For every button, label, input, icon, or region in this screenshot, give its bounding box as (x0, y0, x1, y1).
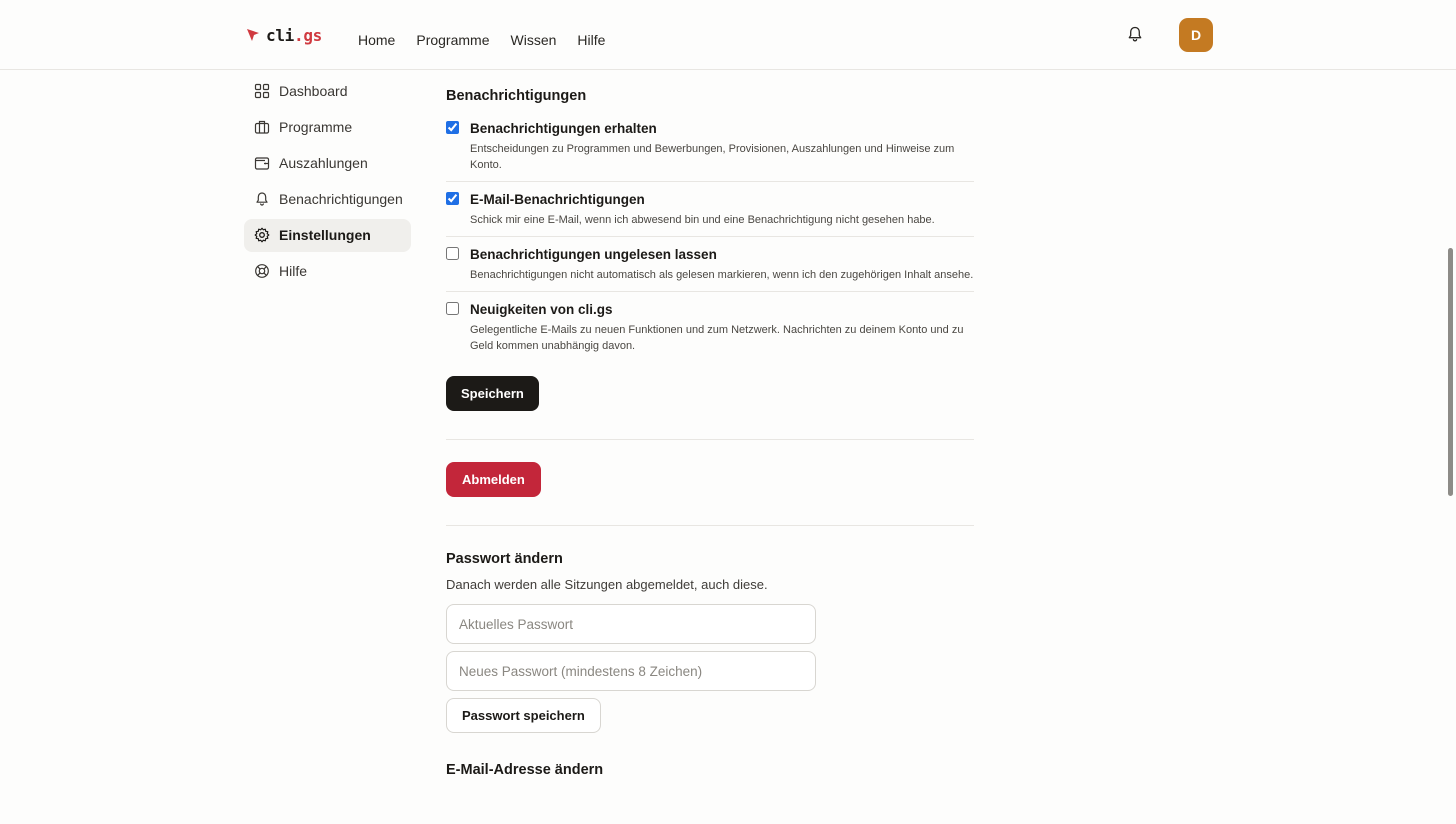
option-title: Benachrichtigungen erhalten (470, 121, 657, 136)
sidebar-item-benachrichtigungen[interactable]: Benachrichtigungen (244, 183, 411, 216)
notification-option-receive: Benachrichtigungen erhalten Entscheidung… (446, 120, 974, 182)
nav-wissen[interactable]: Wissen (511, 32, 557, 48)
sidebar-item-label: Auszahlungen (279, 154, 368, 171)
change-password-heading: Passwort ändern (446, 551, 563, 567)
email-notifications-checkbox[interactable] (446, 192, 459, 205)
notifications-heading: Benachrichtigungen (446, 88, 587, 104)
briefcase-icon (254, 120, 270, 134)
logout-button[interactable]: Abmelden (446, 462, 541, 497)
change-email-heading: E-Mail-Adresse ändern (446, 762, 604, 778)
wallet-icon (254, 157, 270, 170)
notification-option-news: Neuigkeiten von cli.gs Gelegentliche E-M… (446, 301, 974, 354)
lifebuoy-icon (255, 264, 269, 279)
current-password-input[interactable] (446, 604, 816, 644)
save-notifications-button[interactable]: Speichern (446, 376, 539, 411)
sidebar-item-programme[interactable]: Programme (244, 110, 411, 143)
option-description: Schick mir eine E-Mail, wenn ich abwesen… (470, 214, 935, 226)
cursor-arrow-icon (247, 29, 259, 41)
notification-option-email: E-Mail-Benachrichtigungen Schick mir ein… (446, 191, 974, 237)
sidebar-item-auszahlungen[interactable]: Auszahlungen (244, 146, 411, 179)
option-description: Gelegentliche E-Mails zu neuen Funktione… (470, 324, 964, 352)
sidebar-item-dashboard[interactable]: Dashboard (244, 74, 411, 107)
gear-icon (254, 227, 270, 243)
top-bar: cli.gs Home Programme Wissen Hilfe D (0, 0, 1456, 70)
sidebar-item-label: Programme (279, 118, 353, 135)
section-divider (446, 439, 974, 440)
nav-hilfe[interactable]: Hilfe (577, 32, 605, 48)
option-description: Entscheidungen zu Programmen und Bewerbu… (470, 143, 955, 171)
bell-icon[interactable] (1126, 25, 1144, 43)
nav-home[interactable]: Home (358, 32, 395, 48)
settings-main: Benachrichtigungen Benachrichtigungen er… (446, 88, 974, 778)
sidebar-item-label: Benachrichtigungen (279, 191, 403, 208)
sidebar-item-label: Hilfe (279, 263, 308, 280)
nav-programme[interactable]: Programme (416, 32, 489, 48)
section-divider (446, 525, 974, 526)
sidebar-item-label: Dashboard (279, 82, 348, 99)
sidebar-item-hilfe[interactable]: Hilfe (244, 255, 411, 288)
logo[interactable]: cli.gs (246, 24, 322, 46)
keep-unread-checkbox[interactable] (446, 247, 459, 260)
news-checkbox[interactable] (446, 302, 459, 315)
avatar[interactable]: D (1179, 18, 1213, 52)
sidebar-item-einstellungen[interactable]: Einstellungen (244, 218, 411, 252)
option-title: Benachrichtigungen ungelesen lassen (470, 247, 717, 262)
scrollbar[interactable] (1448, 248, 1453, 496)
save-password-button[interactable]: Passwort speichern (446, 698, 601, 733)
top-nav: Home Programme Wissen Hilfe (358, 32, 605, 48)
option-title: Neuigkeiten von cli.gs (470, 302, 613, 317)
logo-text: cli.gs (266, 25, 322, 45)
dashboard-grid-icon (254, 83, 270, 98)
change-password-subtitle: Danach werden alle Sitzungen abgemeldet,… (446, 577, 768, 592)
new-password-input[interactable] (446, 651, 816, 691)
sidebar: Dashboard Programme Auszahlungen Benachr… (244, 74, 411, 291)
option-description: Benachrichtigungen nicht automatisch als… (470, 269, 974, 281)
option-title: E-Mail-Benachrichtigungen (470, 192, 645, 207)
sidebar-item-label: Einstellungen (279, 227, 371, 244)
receive-notifications-checkbox[interactable] (446, 121, 459, 134)
bell-icon (256, 192, 268, 206)
notification-option-unread: Benachrichtigungen ungelesen lassen Bena… (446, 246, 974, 292)
